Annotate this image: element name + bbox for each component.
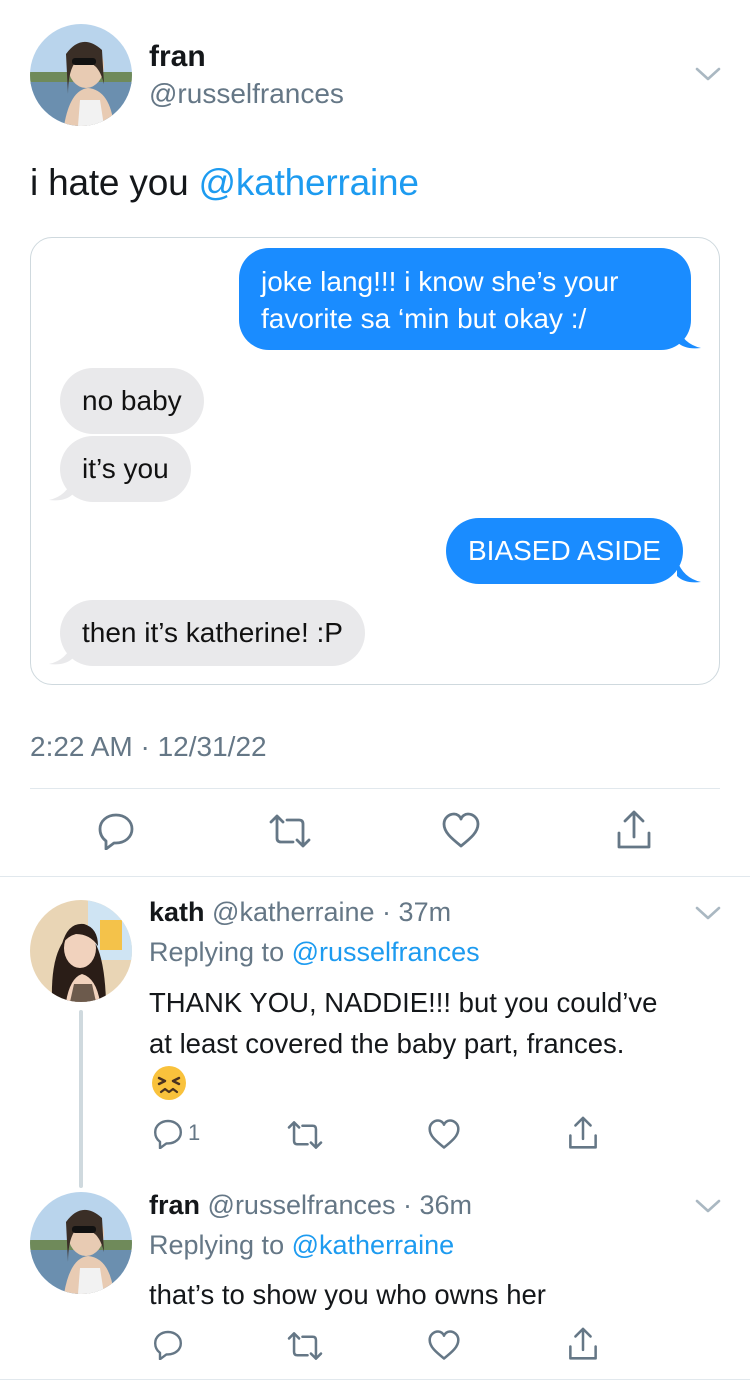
reply-text-line: at least covered the baby part, frances. <box>149 1028 625 1059</box>
reply-author-handle[interactable]: @russelfrances <box>208 1190 396 1220</box>
chevron-down-icon[interactable] <box>694 1196 722 1216</box>
reply-text-line: THANK YOU, NADDIE!!! but you could’ve <box>149 987 658 1018</box>
retweet-button[interactable] <box>286 1119 324 1151</box>
reply-header: kath @katherraine · 37m <box>149 897 452 927</box>
message-bubble-outgoing: joke lang!!! i know she’s your favorite … <box>239 248 691 350</box>
tweet-mention-link[interactable]: @katherraine <box>199 162 419 203</box>
retweet-icon <box>287 1121 323 1149</box>
reply-avatar[interactable] <box>30 1192 132 1294</box>
message-line: joke lang!!! i know she’s your <box>261 266 619 297</box>
retweet-icon <box>287 1332 323 1360</box>
chevron-down-icon[interactable] <box>694 64 722 84</box>
reply-time[interactable]: 36m <box>420 1190 473 1220</box>
reply-author-name[interactable]: kath <box>149 897 205 927</box>
bubble-tail <box>49 478 73 501</box>
reply-avatar[interactable] <box>30 900 132 1002</box>
message-bubble-outgoing: BIASED ASIDE <box>446 518 683 584</box>
reply-author-name[interactable]: fran <box>149 1190 200 1220</box>
reply-text: that’s to show you who owns her <box>149 1279 546 1310</box>
reply-button[interactable] <box>96 810 136 850</box>
replying-to: Replying to @russelfrances <box>149 937 480 968</box>
retweet-button[interactable] <box>286 1330 324 1362</box>
tweet-timestamp[interactable]: 2:22 AM · 12/31/22 <box>30 731 267 763</box>
like-button[interactable] <box>427 1329 461 1361</box>
heart-icon <box>442 812 480 848</box>
reply-icon <box>154 1330 182 1360</box>
heart-icon <box>428 1330 460 1360</box>
divider <box>0 876 750 877</box>
thread-line <box>79 1010 83 1188</box>
bubble-tail <box>677 326 701 349</box>
bubble-tail <box>677 560 701 583</box>
tweet-text: i hate you @katherraine <box>30 162 419 204</box>
tweet-text-prefix: i hate you <box>30 162 199 203</box>
reply-button[interactable] <box>152 1328 184 1360</box>
message-bubble-incoming: it’s you <box>60 436 191 502</box>
author-avatar[interactable] <box>30 24 132 126</box>
reply-time[interactable]: 37m <box>399 897 452 927</box>
heart-icon <box>428 1119 460 1149</box>
divider <box>30 788 720 789</box>
share-button[interactable] <box>567 1115 599 1151</box>
replying-to-link[interactable]: @katherraine <box>292 1230 455 1260</box>
replying-to-label: Replying to <box>149 1230 285 1260</box>
bubble-tail <box>49 642 73 665</box>
replying-to-link[interactable]: @russelfrances <box>292 937 480 967</box>
message-bubble-incoming: no baby <box>60 368 204 434</box>
reply-button[interactable]: 1 <box>152 1117 200 1149</box>
share-button[interactable] <box>567 1326 599 1362</box>
replying-to: Replying to @katherraine <box>149 1230 454 1261</box>
retweet-icon <box>269 814 311 848</box>
reply-header: fran @russelfrances · 36m <box>149 1190 473 1220</box>
reply-icon <box>154 1119 182 1149</box>
author-handle[interactable]: @russelfrances <box>149 78 344 110</box>
author-name[interactable]: fran <box>149 40 206 74</box>
chat-screenshot-card[interactable]: joke lang!!! i know she’s your favorite … <box>30 237 720 685</box>
like-button[interactable] <box>427 1118 461 1150</box>
reply-count: 1 <box>188 1120 201 1145</box>
confounded-face-icon <box>152 1066 186 1100</box>
retweet-button[interactable] <box>268 812 312 850</box>
divider <box>0 1379 750 1380</box>
share-icon <box>569 1327 597 1360</box>
share-icon <box>569 1116 597 1149</box>
message-line: favorite sa ‘min but okay :/ <box>261 303 587 334</box>
share-icon <box>617 810 651 849</box>
reply-icon <box>98 813 134 850</box>
reply-author-handle[interactable]: @katherraine <box>212 897 375 927</box>
like-button[interactable] <box>441 811 481 849</box>
message-bubble-incoming: then it’s katherine! :P <box>60 600 365 666</box>
reply-text: THANK YOU, NADDIE!!! but you could’ve at… <box>149 982 729 1064</box>
share-button[interactable] <box>615 809 653 851</box>
replying-to-label: Replying to <box>149 937 285 967</box>
chevron-down-icon[interactable] <box>694 903 722 923</box>
